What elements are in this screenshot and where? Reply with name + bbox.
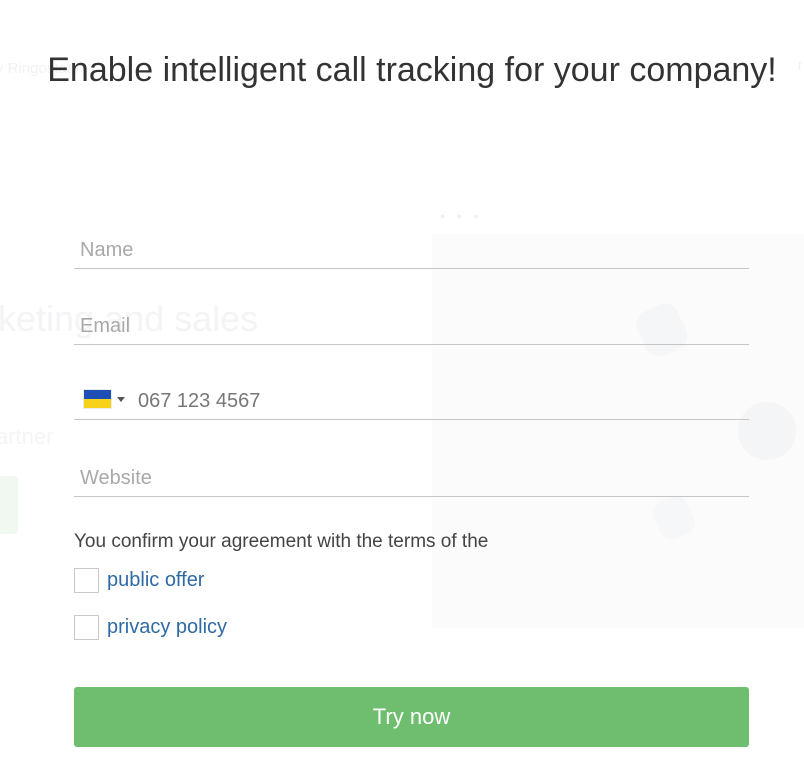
- privacy-policy-checkbox[interactable]: [74, 615, 99, 640]
- name-field[interactable]: [74, 228, 749, 269]
- background-button: [0, 476, 18, 534]
- phone-field[interactable]: [74, 379, 749, 420]
- email-input[interactable]: [80, 315, 680, 338]
- privacy-policy-row: privacy policy: [74, 615, 227, 640]
- phone-input[interactable]: [138, 390, 738, 413]
- public-offer-row: public offer: [74, 568, 204, 593]
- website-input[interactable]: [80, 467, 680, 490]
- ua-flag-icon[interactable]: [84, 390, 111, 408]
- country-dropdown-arrow-icon[interactable]: [117, 397, 125, 402]
- background-phone-icon-small: [649, 492, 699, 544]
- background-dots: • • •: [440, 208, 483, 224]
- email-field[interactable]: [74, 304, 749, 345]
- privacy-policy-link[interactable]: privacy policy: [107, 616, 227, 639]
- name-input[interactable]: [80, 239, 680, 262]
- modal-title: Enable intelligent call tracking for you…: [47, 51, 777, 89]
- background-nav-fragment: r: [798, 57, 803, 74]
- website-field[interactable]: [74, 456, 749, 497]
- try-now-button[interactable]: Try now: [74, 687, 749, 747]
- flag-blue-stripe: [84, 390, 111, 399]
- public-offer-link[interactable]: public offer: [107, 569, 204, 592]
- public-offer-checkbox[interactable]: [74, 568, 99, 593]
- flag-yellow-stripe: [84, 399, 111, 408]
- agreement-text: You confirm your agreement with the term…: [74, 531, 489, 552]
- page: y Ringostat f r rketing and sales artner…: [0, 0, 804, 771]
- background-subtext: artner: [0, 424, 54, 449]
- background-panel: [432, 234, 804, 628]
